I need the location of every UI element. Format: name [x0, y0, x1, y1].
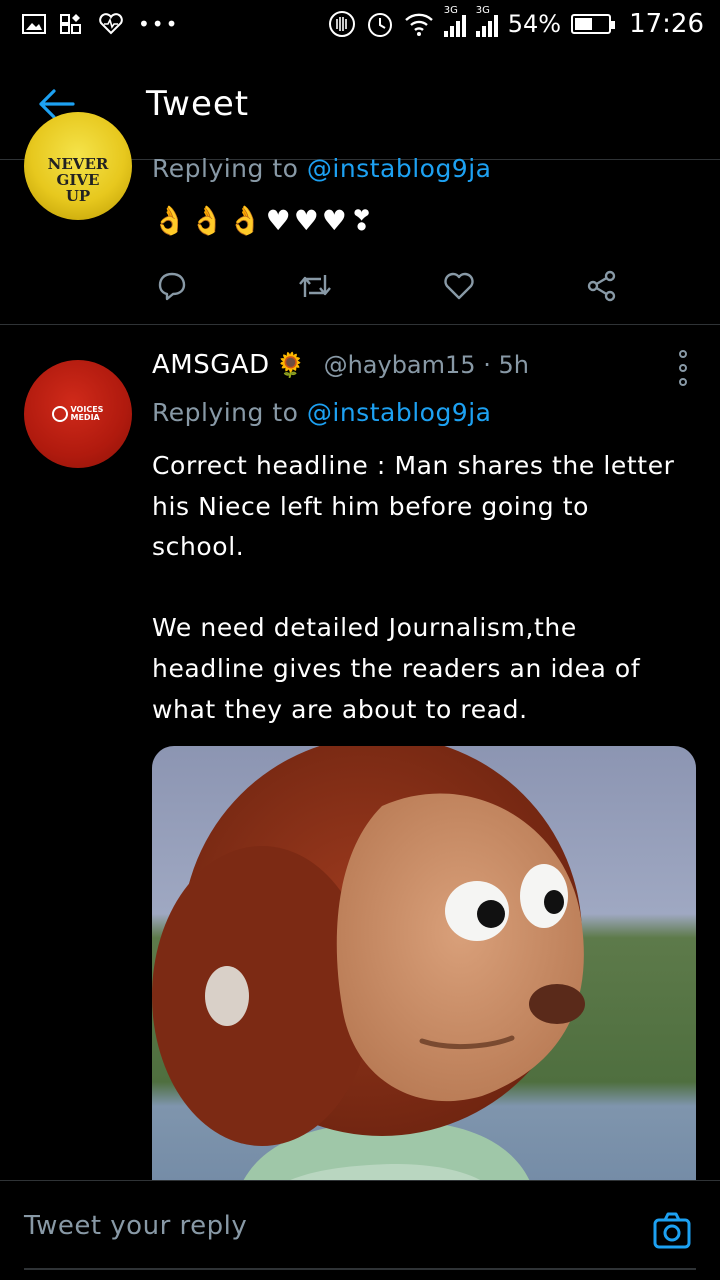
- avatar-text: NEVER GIVE UP: [47, 155, 109, 205]
- tweet-media-image[interactable]: [152, 746, 696, 1180]
- heart-icon: [443, 272, 474, 300]
- network-label-1: 3G: [443, 5, 458, 16]
- gallery-icon: [22, 14, 46, 34]
- retweet-button[interactable]: [295, 268, 335, 304]
- signal-1: 3G: [443, 5, 466, 37]
- wifi-icon: [404, 13, 433, 36]
- replying-handle-link[interactable]: @instablog9ja: [307, 154, 492, 183]
- clock: 17:26: [629, 9, 704, 39]
- meta-separator: ·: [483, 351, 491, 379]
- alarm-icon: [367, 13, 392, 37]
- more-dot: [679, 378, 687, 386]
- tweet-text: 👌👌👌♥♥♥❣: [152, 204, 377, 237]
- page-title: Tweet: [146, 83, 250, 124]
- tweet-text: Correct headline : Man shares the letter…: [152, 451, 675, 724]
- reply-button[interactable]: [152, 268, 192, 304]
- reply-composer-bar: Tweet your reply: [0, 1180, 720, 1280]
- replying-prefix: Replying to: [152, 398, 307, 427]
- input-underline: [24, 1268, 696, 1270]
- apps-icon: [60, 14, 81, 34]
- more-dot: [679, 350, 687, 358]
- status-right-icons: 3G 3G 54% 17:26: [328, 5, 704, 39]
- tweet-item[interactable]: VOICES MEDIA AMSGAD 🌻 @haybam15 · 5h Rep…: [0, 326, 720, 1180]
- replying-to: Replying to @instablog9ja: [152, 398, 491, 427]
- share-button[interactable]: [582, 268, 622, 304]
- user-handle[interactable]: @haybam15: [324, 351, 476, 379]
- puppet-meme-image: [152, 746, 696, 1180]
- status-bar: ••• 3G 3G 54% 17:26: [0, 0, 720, 48]
- health-icon: [99, 13, 123, 35]
- more-dot: [679, 364, 687, 372]
- tweet-item[interactable]: NEVER GIVE UP Replying to @instablog9ja …: [0, 112, 720, 325]
- status-left-icons: •••: [22, 12, 179, 36]
- display-name[interactable]: AMSGAD: [152, 350, 270, 380]
- reply-input[interactable]: Tweet your reply: [24, 1211, 247, 1241]
- replying-handle-link[interactable]: @instablog9ja: [307, 398, 492, 427]
- avatar[interactable]: NEVER GIVE UP: [24, 112, 132, 220]
- tweet-header: AMSGAD 🌻 @haybam15 · 5h: [152, 350, 529, 380]
- tweet-time: 5h: [498, 351, 529, 379]
- replying-prefix: Replying to: [152, 154, 307, 183]
- comment-icon: [158, 272, 186, 301]
- tweet-meta: @haybam15 · 5h: [324, 351, 529, 379]
- share-icon: [587, 270, 616, 302]
- more-options-button[interactable]: [676, 350, 690, 386]
- vibrate-icon: [328, 11, 355, 37]
- tweet-actions: [152, 268, 622, 304]
- camera-button[interactable]: [652, 1211, 692, 1251]
- voices-media-logo: VOICES MEDIA: [51, 405, 105, 422]
- avatar[interactable]: VOICES MEDIA: [24, 360, 132, 468]
- battery-percent: 54%: [507, 10, 562, 38]
- sunflower-emoji: 🌻: [275, 351, 306, 379]
- network-label-2: 3G: [475, 5, 490, 16]
- replying-to: Replying to @instablog9ja: [152, 154, 491, 183]
- battery-icon: [571, 14, 616, 34]
- retweet-icon: [299, 275, 332, 297]
- more-dots-icon: •••: [138, 12, 180, 36]
- signal-2: 3G: [475, 5, 498, 37]
- camera-icon: [653, 1212, 691, 1249]
- like-button[interactable]: [439, 268, 479, 304]
- avatar-text: VOICES MEDIA: [70, 405, 104, 422]
